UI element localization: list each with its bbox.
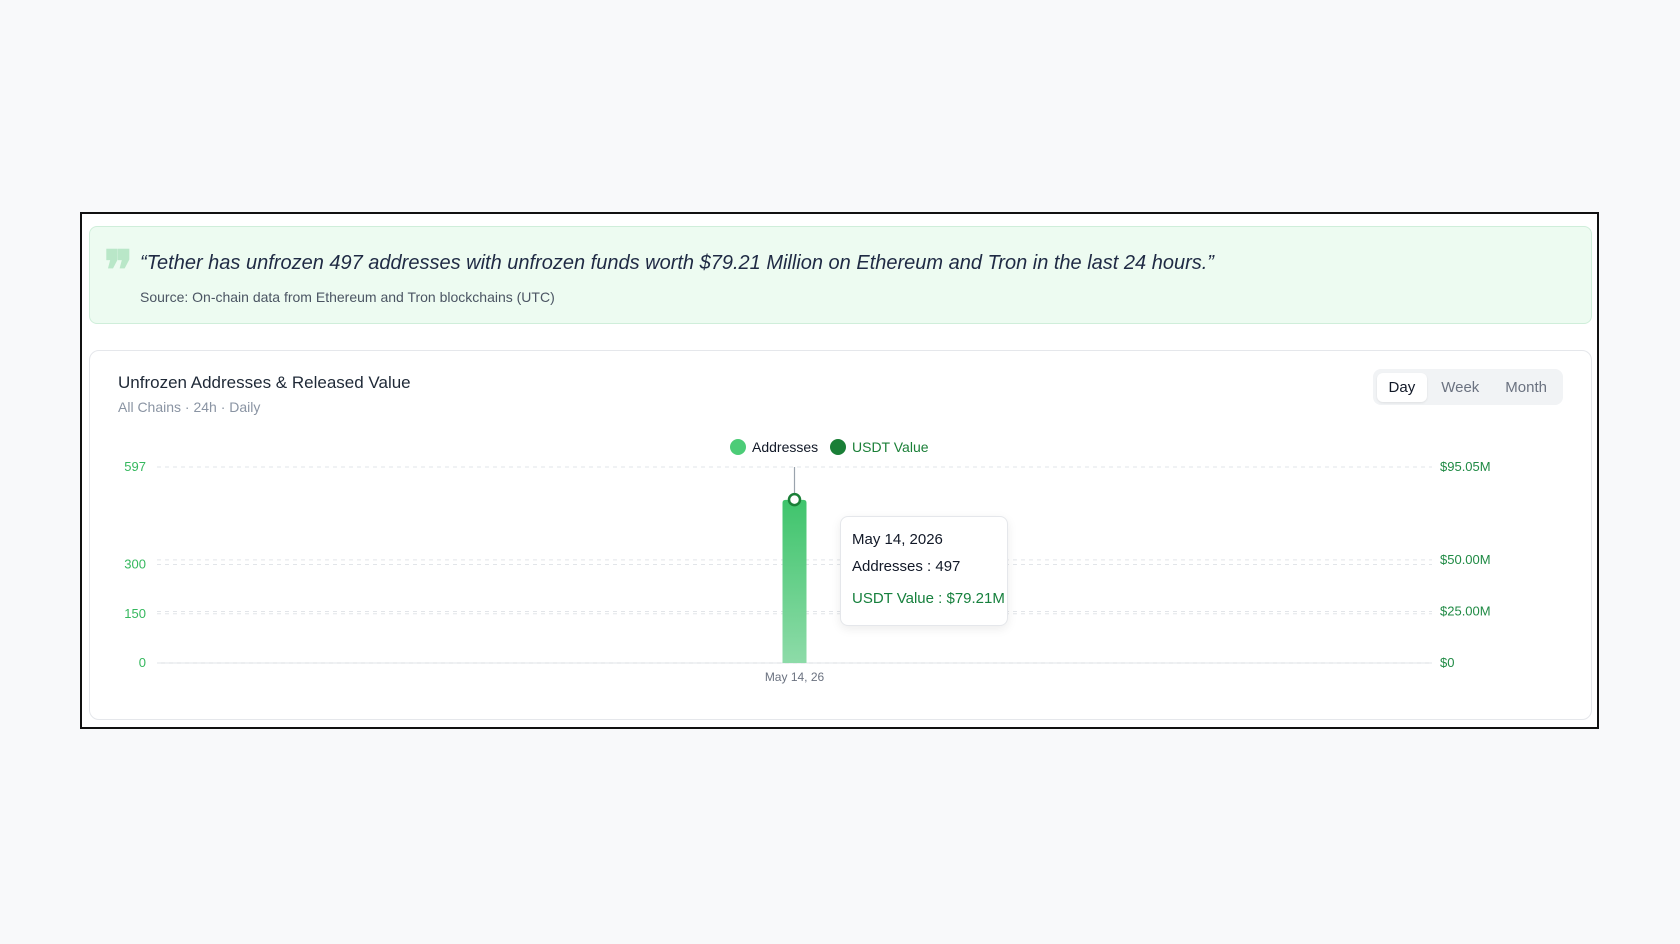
legend-addresses-swatch (730, 439, 746, 455)
chart-card: Unfrozen Addresses & Released Value All … (89, 350, 1592, 720)
addresses-bar (782, 499, 807, 663)
legend-usdt-swatch (830, 439, 846, 455)
y-right-tick-label: $95.05M (1440, 459, 1491, 474)
y-right-tick-label: $50.00M (1440, 552, 1491, 567)
y-right-tick-label: $25.00M (1440, 603, 1491, 618)
legend-usdt-label: USDT Value (852, 439, 929, 455)
usdt-value-point (787, 492, 802, 507)
tooltip-addresses: Addresses : 497 (852, 558, 961, 575)
quote-text: “Tether has unfrozen 497 addresses with … (140, 252, 1214, 274)
tooltip-date: May 14, 2026 (852, 531, 943, 548)
tooltip-usdt-value: USDT Value : $79.21M (852, 590, 1005, 607)
y-left-tick-label: 0 (139, 655, 146, 670)
quote-source: Source: On-chain data from Ethereum and … (140, 289, 555, 305)
y-left-tick-label: 150 (124, 606, 146, 621)
chart-tooltip: May 14, 2026 Addresses : 497 USDT Value … (840, 516, 1008, 626)
x-tick-label: May 14, 26 (765, 670, 825, 684)
y-left-tick-label: 300 (124, 557, 146, 572)
y-right-tick-label: $0 (1440, 655, 1454, 670)
legend-addresses-label: Addresses (752, 439, 818, 455)
quote-mark-icon: ❞ (104, 238, 134, 302)
quote-card: ❞ “Tether has unfrozen 497 addresses wit… (89, 226, 1592, 324)
embed-frame: ❞ “Tether has unfrozen 497 addresses wit… (80, 212, 1599, 729)
y-left-tick-label: 597 (124, 459, 146, 474)
